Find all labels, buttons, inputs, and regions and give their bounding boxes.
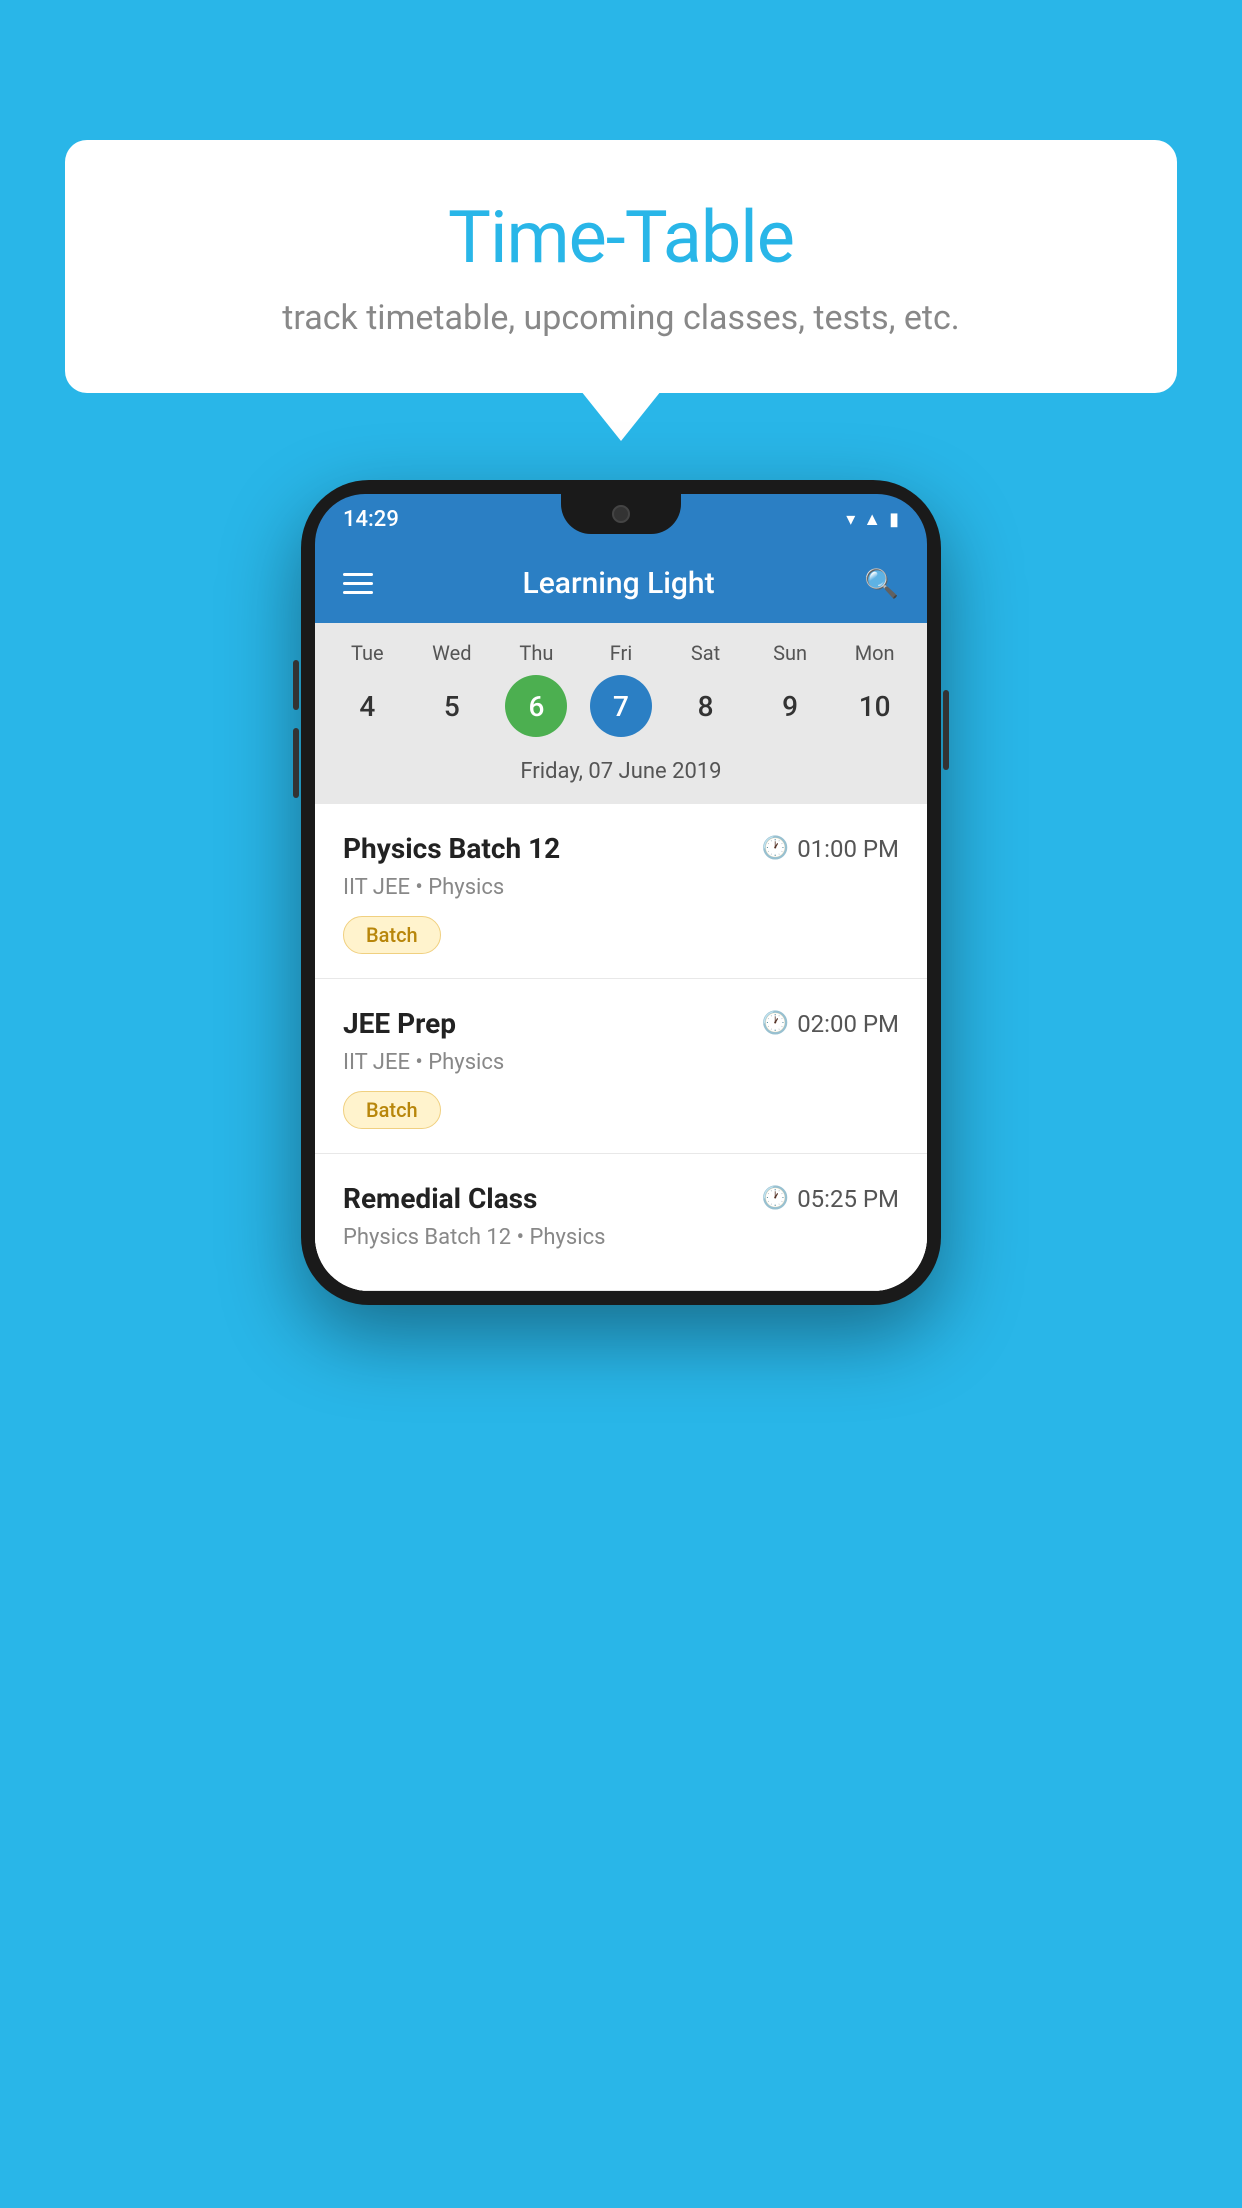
bubble-title: Time-Table	[125, 195, 1117, 280]
clock-icon-3: 🕐	[762, 1186, 789, 1211]
speech-bubble-wrapper: Time-Table track timetable, upcoming cla…	[65, 140, 1177, 393]
bubble-subtitle: track timetable, upcoming classes, tests…	[125, 298, 1117, 338]
schedule-item-2-header: JEE Prep 🕐 02:00 PM	[343, 1007, 899, 1040]
day-9[interactable]: 9	[759, 675, 821, 737]
day-5[interactable]: 5	[421, 675, 483, 737]
day-header-sat: Sat	[669, 641, 743, 665]
volume-up-button	[293, 660, 299, 710]
selected-date-label: Friday, 07 June 2019	[325, 751, 917, 798]
phone-notch	[561, 494, 681, 534]
day-numbers: 4 5 6 7 8 9 10	[325, 675, 917, 737]
day-headers: Tue Wed Thu Fri Sat Sun Mon	[325, 641, 917, 665]
day-header-mon: Mon	[838, 641, 912, 665]
schedule-item-3-time-value: 05:25 PM	[797, 1185, 899, 1213]
clock-icon-1: 🕐	[762, 836, 789, 861]
day-7-selected[interactable]: 7	[590, 675, 652, 737]
phone-body: 14:29 ▾ ▲ ▮ Learning Light 🔍	[301, 480, 941, 1305]
schedule-item-2[interactable]: JEE Prep 🕐 02:00 PM IIT JEE • Physics Ba…	[315, 979, 927, 1154]
schedule-item-3-time: 🕐 05:25 PM	[762, 1185, 899, 1213]
volume-down-button	[293, 728, 299, 798]
speech-bubble: Time-Table track timetable, upcoming cla…	[65, 140, 1177, 393]
clock-icon-2: 🕐	[762, 1011, 789, 1036]
day-8[interactable]: 8	[675, 675, 737, 737]
schedule-item-1[interactable]: Physics Batch 12 🕐 01:00 PM IIT JEE • Ph…	[315, 804, 927, 979]
schedule-item-3-subtitle: Physics Batch 12 • Physics	[343, 1225, 899, 1250]
schedule-item-1-header: Physics Batch 12 🕐 01:00 PM	[343, 832, 899, 865]
schedule-item-1-title: Physics Batch 12	[343, 832, 560, 865]
power-button	[943, 690, 949, 770]
status-bar: 14:29 ▾ ▲ ▮	[315, 494, 927, 544]
status-time: 14:29	[343, 507, 399, 532]
schedule-item-3[interactable]: Remedial Class 🕐 05:25 PM Physics Batch …	[315, 1154, 927, 1291]
signal-icon: ▲	[863, 509, 881, 530]
front-camera	[612, 505, 630, 523]
phone-screen: Learning Light 🔍 Tue Wed Thu Fri Sat Sun…	[315, 544, 927, 1291]
day-6-today[interactable]: 6	[505, 675, 567, 737]
phone-mockup: 14:29 ▾ ▲ ▮ Learning Light 🔍	[301, 480, 941, 1305]
batch-badge-1: Batch	[343, 916, 441, 954]
calendar-week: Tue Wed Thu Fri Sat Sun Mon 4 5 6 7 8 9 …	[315, 623, 927, 804]
schedule-item-2-title: JEE Prep	[343, 1007, 456, 1040]
day-header-tue: Tue	[330, 641, 404, 665]
search-icon[interactable]: 🔍	[864, 567, 899, 600]
menu-button[interactable]	[343, 573, 373, 594]
schedule-item-2-subtitle: IIT JEE • Physics	[343, 1050, 899, 1075]
schedule-item-3-title: Remedial Class	[343, 1182, 537, 1215]
day-header-thu: Thu	[499, 641, 573, 665]
schedule-item-1-time: 🕐 01:00 PM	[762, 835, 899, 863]
wifi-icon: ▾	[846, 509, 855, 530]
day-header-fri: Fri	[584, 641, 658, 665]
day-4[interactable]: 4	[336, 675, 398, 737]
batch-badge-2: Batch	[343, 1091, 441, 1129]
day-10[interactable]: 10	[844, 675, 906, 737]
day-header-sun: Sun	[753, 641, 827, 665]
status-icons: ▾ ▲ ▮	[846, 509, 899, 530]
app-title: Learning Light	[523, 566, 715, 601]
battery-icon: ▮	[889, 509, 899, 530]
schedule-item-2-time-value: 02:00 PM	[797, 1010, 899, 1038]
schedule-item-3-header: Remedial Class 🕐 05:25 PM	[343, 1182, 899, 1215]
schedule-list: Physics Batch 12 🕐 01:00 PM IIT JEE • Ph…	[315, 804, 927, 1291]
schedule-item-1-subtitle: IIT JEE • Physics	[343, 875, 899, 900]
schedule-item-1-time-value: 01:00 PM	[797, 835, 899, 863]
day-header-wed: Wed	[415, 641, 489, 665]
schedule-item-2-time: 🕐 02:00 PM	[762, 1010, 899, 1038]
app-header: Learning Light 🔍	[315, 544, 927, 623]
